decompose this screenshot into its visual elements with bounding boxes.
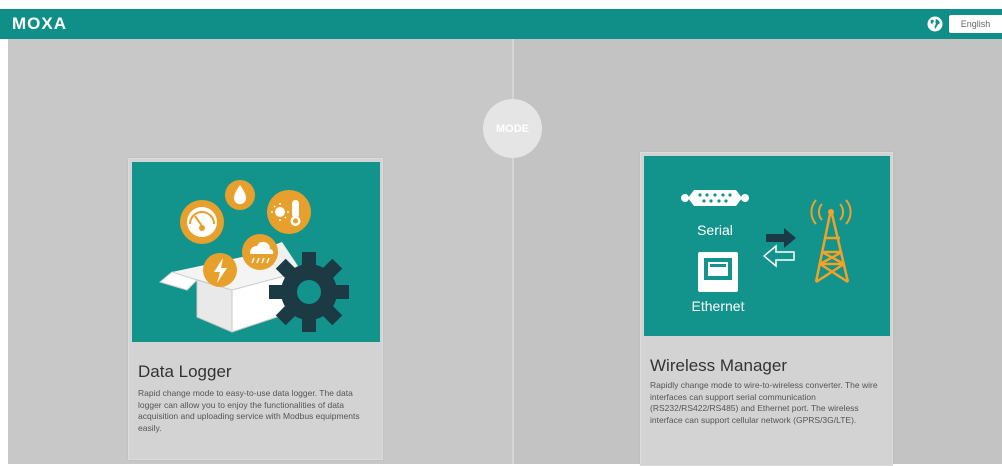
- lightning-icon: [203, 253, 237, 287]
- data-logger-description: Rapid change mode to easy-to-use data lo…: [138, 388, 360, 433]
- mode-badge: MODE: [483, 99, 542, 158]
- wireless-manager-illustration: Serial Ethernet: [644, 156, 890, 336]
- wireless-manager-title: Wireless Manager: [650, 356, 787, 375]
- serial-port-icon: [681, 190, 749, 206]
- data-logger-illustration: [132, 162, 380, 342]
- cell-tower-icon: [810, 199, 852, 284]
- moxa-logo: MOXA: [12, 14, 67, 33]
- ethernet-port-icon: [698, 252, 738, 292]
- top-bar: MOXA English: [0, 9, 1002, 39]
- mode-selection-area: MODE Data Logger Rapid change mode to ea…: [8, 39, 1002, 466]
- data-logger-card[interactable]: Data Logger Rapid change mode to easy-to…: [128, 158, 383, 460]
- mode-label: MODE: [496, 122, 529, 135]
- gauge-icon: [180, 200, 224, 244]
- water-drop-icon: [225, 180, 255, 210]
- wireless-manager-card[interactable]: Serial Ethernet Wireless Manager Rapidly…: [640, 152, 893, 466]
- globe-icon[interactable]: [927, 16, 943, 32]
- gear-icon: [269, 252, 349, 332]
- exchange-arrows-icon: [762, 228, 796, 268]
- ethernet-label: Ethernet: [692, 298, 745, 314]
- rain-cloud-icon: [242, 234, 278, 270]
- serial-label: Serial: [697, 222, 733, 238]
- temperature-icon: [267, 190, 311, 234]
- data-logger-title: Data Logger: [138, 362, 232, 381]
- wireless-manager-description: Rapidly change mode to wire-to-wireless …: [650, 380, 878, 425]
- language-selector[interactable]: English: [949, 15, 1002, 33]
